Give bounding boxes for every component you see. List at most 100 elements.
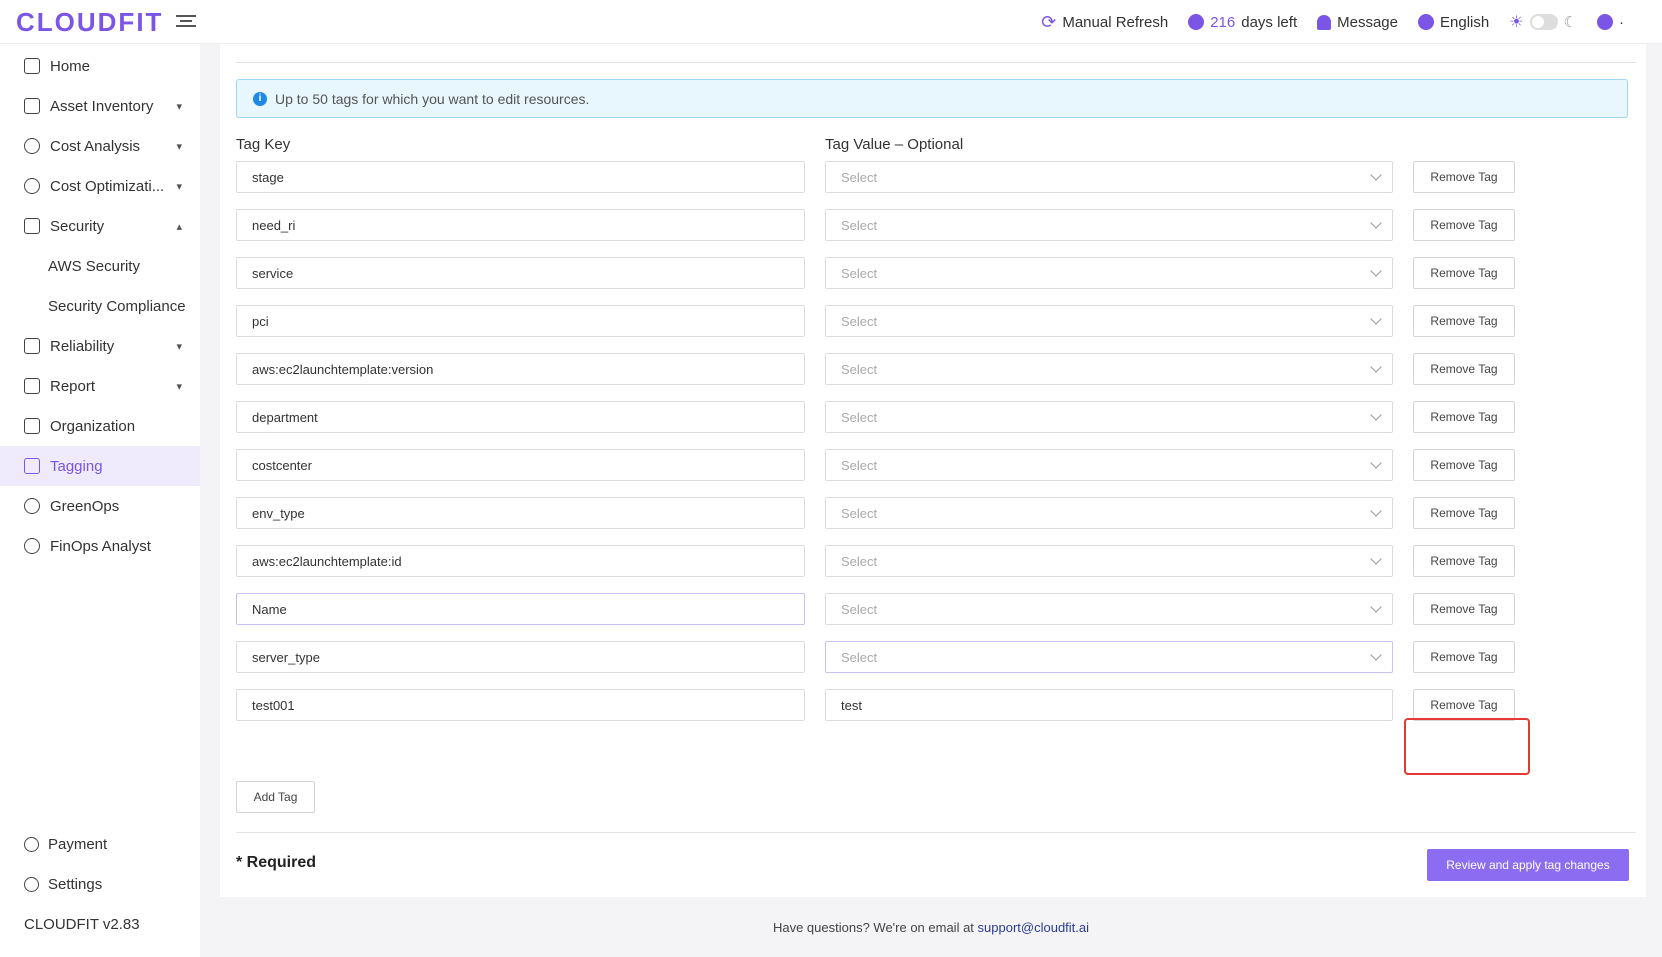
- tag-value-select[interactable]: Select: [825, 401, 1393, 433]
- tag-value-select[interactable]: Select: [825, 209, 1393, 241]
- app-logo[interactable]: CLOUDFIT: [16, 7, 163, 38]
- tag-value-text: Select: [841, 457, 878, 473]
- sidebar-item-payment[interactable]: Payment: [0, 824, 200, 864]
- review-apply-button[interactable]: Review and apply tag changes: [1427, 849, 1629, 881]
- language-selector[interactable]: English: [1418, 14, 1489, 31]
- theme-toggle[interactable]: ☀ ☾: [1509, 12, 1577, 32]
- remove-tag-button[interactable]: Remove Tag: [1413, 401, 1515, 433]
- tag-value-text: Select: [841, 649, 878, 665]
- sidebar-item-label: Cost Analysis: [50, 137, 141, 155]
- clock-icon: [1188, 14, 1205, 30]
- tag-value-select[interactable]: Select: [825, 257, 1393, 289]
- chevron-down-icon: ▾: [176, 340, 182, 353]
- tag-key-input[interactable]: test001: [236, 689, 805, 721]
- tag-row: server_type Select Remove Tag: [236, 641, 1536, 673]
- remove-tag-button[interactable]: Remove Tag: [1413, 545, 1515, 577]
- remove-tag-button[interactable]: Remove Tag: [1413, 353, 1515, 385]
- tag-value-select[interactable]: Select: [825, 353, 1393, 385]
- tag-key-input[interactable]: aws:ec2launchtemplate:version: [236, 353, 805, 385]
- tag-key-input[interactable]: pci: [236, 305, 805, 337]
- remove-tag-button[interactable]: Remove Tag: [1413, 641, 1515, 673]
- remove-tag-button[interactable]: Remove Tag: [1413, 593, 1515, 625]
- tag-key-input[interactable]: server_type: [236, 641, 805, 673]
- tag-value-select[interactable]: Select: [825, 497, 1393, 529]
- menu-toggle-icon[interactable]: [176, 12, 196, 32]
- sidebar-item-report[interactable]: Report ▾: [0, 366, 200, 406]
- sidebar-item-label: Reliability: [50, 337, 115, 355]
- tag-key-input[interactable]: need_ri: [236, 209, 805, 241]
- sidebar-item-tagging[interactable]: Tagging: [0, 446, 200, 486]
- remove-tag-button[interactable]: Remove Tag: [1413, 305, 1515, 337]
- settings-label: Settings: [48, 875, 103, 893]
- sidebar-item-reliability[interactable]: Reliability ▾: [0, 326, 200, 366]
- tag-row: pci Select Remove Tag: [236, 305, 1536, 337]
- remove-tag-button[interactable]: Remove Tag: [1413, 257, 1515, 289]
- payment-label: Payment: [48, 835, 108, 853]
- chevron-down-icon: [1370, 217, 1382, 229]
- tag-key-input[interactable]: costcenter: [236, 449, 805, 481]
- tag-value-select[interactable]: Select: [825, 641, 1393, 673]
- sidebar-item-organization[interactable]: Organization: [0, 406, 200, 446]
- tag-key-column-label: Tag Key: [236, 136, 291, 153]
- tag-key-input[interactable]: Name: [236, 593, 805, 625]
- tag-key-input[interactable]: aws:ec2launchtemplate:id: [236, 545, 805, 577]
- sidebar-item-label: Home: [50, 57, 91, 75]
- alarm-icon: [24, 218, 40, 234]
- theme-switch[interactable]: [1529, 14, 1558, 30]
- remove-tag-button[interactable]: Remove Tag: [1413, 209, 1515, 241]
- days-left-label: days left: [1241, 13, 1298, 31]
- tag-row: need_ri Select Remove Tag: [236, 209, 1536, 241]
- refresh-icon: ⟳: [1041, 12, 1057, 32]
- sidebar-item-label: Security Compliance: [48, 297, 186, 315]
- tag-key-input[interactable]: env_type: [236, 497, 805, 529]
- remove-tag-button[interactable]: Remove Tag: [1413, 161, 1515, 193]
- tag-value-text: Select: [841, 601, 878, 617]
- remove-tag-button[interactable]: Remove Tag: [1413, 689, 1515, 721]
- user-menu[interactable]: ·: [1597, 14, 1624, 31]
- sidebar-item-cost-analysis[interactable]: Cost Analysis ▾: [0, 126, 200, 166]
- trial-days-indicator[interactable]: 216 days left: [1188, 14, 1297, 31]
- tag-key-input[interactable]: department: [236, 401, 805, 433]
- tag-value-input[interactable]: test: [825, 689, 1393, 721]
- sidebar-item-label: Security: [50, 217, 105, 235]
- sidebar-item-security-compliance[interactable]: Security Compliance: [0, 286, 200, 326]
- sidebar-item-aws-security[interactable]: AWS Security: [0, 246, 200, 286]
- globe-icon: [1418, 14, 1434, 30]
- bell-icon: [1317, 14, 1332, 30]
- remove-tag-button[interactable]: Remove Tag: [1413, 497, 1515, 529]
- sidebar-item-greenops[interactable]: GreenOps: [0, 486, 200, 526]
- message-button[interactable]: Message: [1317, 14, 1398, 31]
- sidebar-item-label: GreenOps: [50, 497, 120, 515]
- tag-value-select[interactable]: Select: [825, 545, 1393, 577]
- sidebar-item-security[interactable]: Security ▴: [0, 206, 200, 246]
- chevron-down-icon: [1370, 457, 1382, 469]
- top-nav: ⟳ Manual Refresh 216 days left Message E…: [1041, 0, 1624, 44]
- tag-value-text: Select: [841, 217, 878, 233]
- moon-icon: ☾: [1563, 14, 1577, 31]
- chevron-down-icon: [1370, 409, 1382, 421]
- tag-value-select[interactable]: Select: [825, 305, 1393, 337]
- tag-value-select[interactable]: Select: [825, 161, 1393, 193]
- sun-icon: ☀: [1509, 14, 1524, 31]
- chevron-down-icon: [1370, 553, 1382, 565]
- tag-value-select[interactable]: Select: [825, 449, 1393, 481]
- dollar-icon: [24, 836, 39, 852]
- tag-row: department Select Remove Tag: [236, 401, 1536, 433]
- remove-tag-button[interactable]: Remove Tag: [1413, 449, 1515, 481]
- sidebar-item-finops-analyst[interactable]: FinOps Analyst: [0, 526, 200, 566]
- sidebar: Home Asset Inventory ▾ Cost Analysis ▾ C…: [0, 44, 200, 957]
- sidebar-item-settings[interactable]: Settings: [0, 864, 200, 904]
- support-email-link[interactable]: support@cloudfit.ai: [978, 920, 1089, 935]
- footer: Have questions? We're on email at suppor…: [200, 920, 1662, 935]
- sidebar-item-home[interactable]: Home: [0, 46, 200, 86]
- chevron-down-icon: [1370, 265, 1382, 277]
- add-tag-button[interactable]: Add Tag: [236, 781, 315, 813]
- manual-refresh-button[interactable]: ⟳ Manual Refresh: [1041, 12, 1168, 32]
- sidebar-item-asset-inventory[interactable]: Asset Inventory ▾: [0, 86, 200, 126]
- tag-value-select[interactable]: Select: [825, 593, 1393, 625]
- tag-key-input[interactable]: stage: [236, 161, 805, 193]
- gear-icon: [24, 876, 39, 892]
- sidebar-item-cost-optimization[interactable]: Cost Optimizati... ▾: [0, 166, 200, 206]
- tag-key-input[interactable]: service: [236, 257, 805, 289]
- user-avatar-icon: [1597, 14, 1613, 30]
